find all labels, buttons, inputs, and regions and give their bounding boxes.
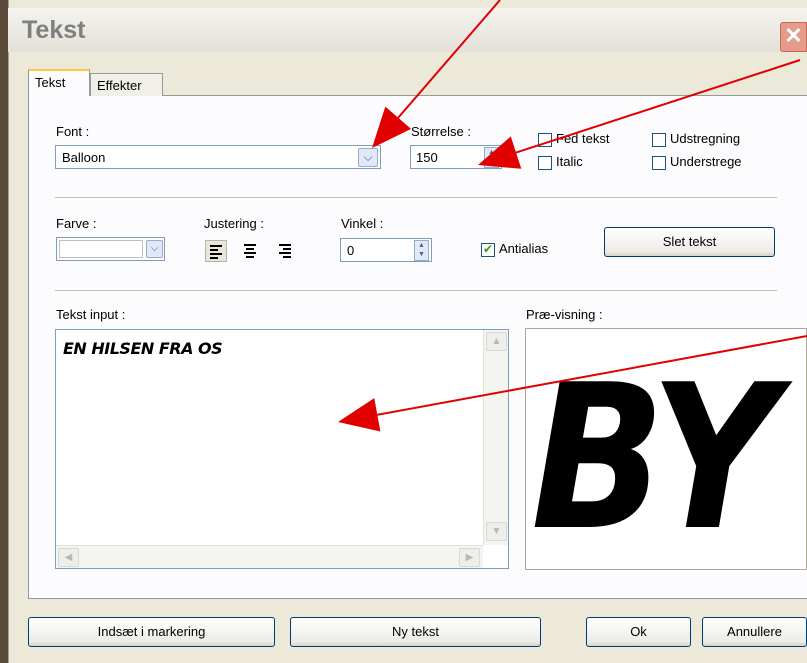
new-text-button[interactable]: Ny tekst: [290, 617, 541, 647]
preview-pane: BY: [525, 328, 807, 570]
bold-checkbox[interactable]: [538, 133, 552, 147]
spin-down-icon[interactable]: ▼: [415, 250, 428, 259]
spin-up-icon[interactable]: ▲: [485, 148, 498, 157]
align-left-icon[interactable]: [205, 240, 227, 262]
underline-checkbox[interactable]: [652, 156, 666, 170]
angle-label: Vinkel :: [341, 216, 384, 231]
angle-input[interactable]: 0 ▲ ▼: [340, 238, 432, 262]
text-input-area[interactable]: [55, 329, 509, 569]
italic-label: Italic: [556, 154, 583, 169]
angle-value: 0: [347, 243, 355, 258]
text-input-value: EN HILSEN FRA OS: [63, 339, 223, 358]
size-input[interactable]: 150 ▲ ▼: [410, 145, 502, 169]
strikethrough-label: Udstregning: [670, 131, 741, 146]
align-center-icon[interactable]: [240, 240, 262, 262]
spin-down-icon[interactable]: ▼: [485, 157, 498, 166]
separator: [55, 197, 777, 198]
title-bar[interactable]: [8, 8, 807, 52]
scroll-right-icon[interactable]: ▶: [459, 548, 480, 567]
window-title: Tekst: [22, 16, 86, 44]
angle-spinner[interactable]: ▲ ▼: [414, 240, 429, 261]
vertical-scrollbar[interactable]: ▲ ▼: [483, 330, 508, 545]
font-label: Font :: [56, 124, 90, 139]
alignment-label: Justering :: [204, 216, 264, 231]
horizontal-scrollbar[interactable]: ◀ ▶: [56, 545, 483, 568]
color-label: Farve :: [56, 216, 97, 231]
strikethrough-checkbox[interactable]: [652, 133, 666, 147]
align-right-icon[interactable]: [275, 240, 297, 262]
size-label: Størrelse :: [411, 124, 471, 139]
ok-button[interactable]: Ok: [586, 617, 691, 647]
font-select[interactable]: Balloon ⌵: [55, 145, 381, 169]
tab-effekter[interactable]: Effekter: [90, 73, 163, 96]
insert-in-selection-button[interactable]: Indsæt i markering: [28, 617, 275, 647]
spin-up-icon[interactable]: ▲: [415, 241, 428, 250]
italic-checkbox[interactable]: [538, 156, 552, 170]
font-select-value: Balloon: [62, 150, 106, 165]
chevron-down-icon[interactable]: ⌵: [358, 148, 378, 167]
scroll-down-icon[interactable]: ▼: [486, 522, 507, 541]
antialias-checkbox[interactable]: [481, 242, 495, 257]
preview-label: Præ-visning :: [526, 307, 603, 322]
size-value: 150: [416, 150, 438, 165]
underline-label: Understrege: [670, 154, 742, 169]
separator: [55, 290, 777, 291]
close-icon[interactable]: ✕: [780, 22, 807, 52]
color-select[interactable]: ⌵: [56, 237, 165, 261]
tab-tekst[interactable]: Tekst: [28, 69, 90, 96]
preview-text: BY: [531, 342, 778, 570]
delete-text-button[interactable]: Slet tekst: [604, 227, 775, 257]
chevron-down-icon[interactable]: ⌵: [146, 240, 163, 258]
text-input-label: Tekst input :: [56, 307, 126, 322]
scroll-left-icon[interactable]: ◀: [58, 548, 79, 567]
bold-label: Fed tekst: [556, 131, 610, 146]
color-swatch: [59, 240, 143, 258]
scroll-up-icon[interactable]: ▲: [486, 332, 507, 351]
antialias-label: Antialias: [499, 241, 549, 256]
size-spinner[interactable]: ▲ ▼: [484, 147, 499, 168]
cancel-button[interactable]: Annullere: [702, 617, 807, 647]
